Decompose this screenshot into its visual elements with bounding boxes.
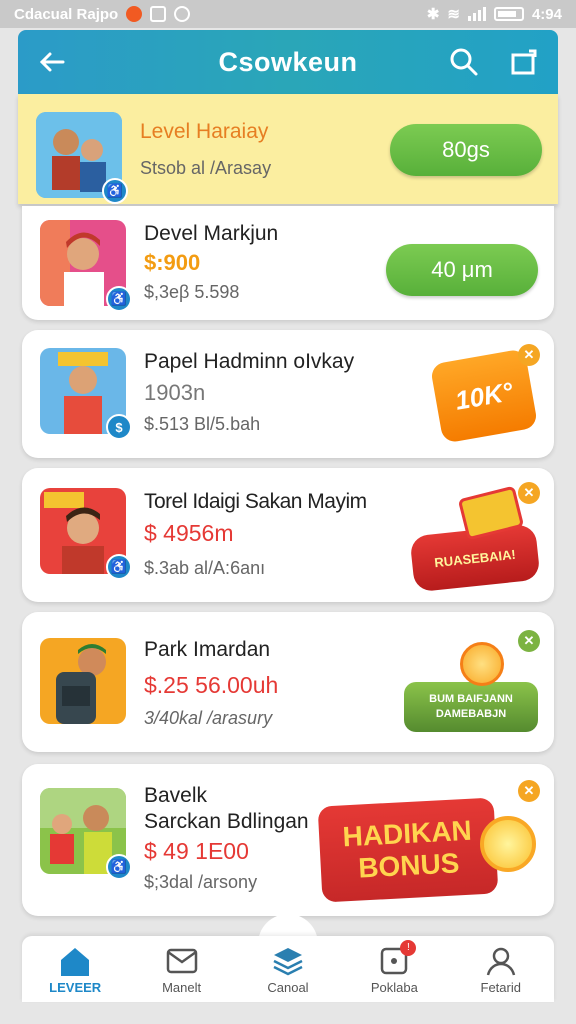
user-badge-icon: ♿ <box>106 854 132 880</box>
list-item[interactable]: Park Imardan $.25 56.00uh 3/40kal /arasu… <box>22 612 554 752</box>
bottom-nav: LEVEER Manelt Canoal ! Poklaba Fetarid <box>22 936 554 1002</box>
promo-line-2: BONUS <box>357 847 461 884</box>
compose-icon <box>511 49 537 75</box>
layers-icon <box>273 947 303 975</box>
status-bar: Cdacual Rajpo ✱ ≋ 4:94 <box>0 0 576 28</box>
bluetooth-icon: ✱ <box>426 6 440 23</box>
avatar <box>40 638 126 724</box>
status-app-text: Cdacual Rajpo <box>14 5 119 23</box>
page-title: Csowkeun <box>218 46 358 77</box>
action-button[interactable]: 40 μm <box>386 244 538 296</box>
status-left: Cdacual Rajpo <box>14 5 191 23</box>
user-badge-icon: ♿ <box>106 554 132 580</box>
card-subtitle: $,3eβ 5.598 <box>144 282 240 302</box>
battery-icon <box>493 7 524 21</box>
promo-line-1: BUM BAIFJANN <box>429 693 513 705</box>
card-subtitle: $;3dal /arsony <box>144 872 258 892</box>
sun-coin-icon <box>480 816 536 872</box>
card-title-line-2: Sarckan Bdlingan <box>144 810 309 833</box>
card-price: $:900 <box>144 250 201 275</box>
list-item[interactable]: $ Papel Hadminn oIvkay 1903n $.513 Bl/5.… <box>22 330 554 458</box>
home-icon <box>61 947 90 976</box>
close-icon[interactable]: ✕ <box>518 482 540 504</box>
list-item[interactable]: ♿ Devel Markjun $:900 $,3eβ 5.598 40 μm <box>22 206 554 320</box>
action-button[interactable]: 80gs <box>390 124 542 176</box>
mail-icon <box>166 948 197 973</box>
list-item[interactable]: ♿ Torel Idaigi Sakan Mayim $ 4956m $.3ab… <box>22 468 554 602</box>
card-price: $.25 56.00uh <box>144 672 279 698</box>
nav-item-profile[interactable]: Fetarid <box>451 944 551 995</box>
sync-icon <box>174 6 191 22</box>
wifi-icon: ≋ <box>447 6 460 23</box>
user-badge-icon: ♿ <box>102 178 128 204</box>
card-subtitle: $.513 Bl/5.bah <box>144 414 261 434</box>
card-price: $ 49 1E00 <box>144 838 249 864</box>
notification-badge: ! <box>400 939 417 956</box>
card-subtitle: Stsob al /Arasay <box>140 158 272 178</box>
card-title: Park Imardan <box>144 638 271 661</box>
nav-label: Fetarid <box>480 979 521 995</box>
nav-label: Poklaba <box>370 979 418 995</box>
avatar: ♿ <box>40 488 132 580</box>
arrow-left-icon <box>39 52 65 72</box>
card-price: 1903n <box>144 380 206 405</box>
nav-label: Canoal <box>267 979 309 995</box>
avatar: ♿ <box>36 112 128 204</box>
card-price: $ 4956m <box>144 520 234 546</box>
list-item[interactable]: ♿ Bavelk Sarckan Bdlingan $ 49 1E00 $;3d… <box>22 764 554 916</box>
coin-icon <box>460 642 504 686</box>
status-right: ✱ ≋ 4:94 <box>426 5 562 24</box>
profile-icon <box>486 947 515 975</box>
app-header: Csowkeun <box>18 30 558 94</box>
card-title-line-1: Bavelk <box>144 784 208 807</box>
search-button[interactable] <box>446 44 482 80</box>
card-subtitle: 3/40kal /arasury <box>144 708 273 728</box>
card-title: Papel Hadminn oIvkay <box>144 350 355 373</box>
app-notification-icon <box>126 6 143 22</box>
nav-item-dice[interactable]: ! Poklaba <box>344 939 444 995</box>
card-subtitle: $.3ab al/A:6anı <box>144 558 266 578</box>
promo-badge[interactable]: HADIKAN BONUS <box>317 797 499 903</box>
nav-item-layers[interactable]: Canoal <box>238 944 338 995</box>
nav-label: LEVEER <box>49 979 102 995</box>
nav-label: Manelt <box>162 979 202 995</box>
search-icon <box>450 48 478 76</box>
dollar-badge-icon: $ <box>106 414 132 440</box>
avatar: $ <box>40 348 132 440</box>
compose-button[interactable] <box>506 44 542 80</box>
avatar: ♿ <box>40 788 132 880</box>
close-icon[interactable]: ✕ <box>518 630 540 652</box>
close-icon[interactable]: ✕ <box>518 344 540 366</box>
card-title: Level Haraiay <box>140 120 269 143</box>
promo-line-2: DAMEBABJN <box>435 708 507 720</box>
promo-badge[interactable]: BUM BAIFJANN DAMEBABJN <box>404 682 538 732</box>
nav-item-mail[interactable]: Manelt <box>132 944 232 995</box>
card-title: Devel Markjun <box>144 222 279 245</box>
message-icon <box>150 6 167 22</box>
status-time: 4:94 <box>531 5 562 23</box>
list-item-featured[interactable]: ♿ Level Haraiay Stsob al /Arasay 80gs <box>18 94 558 204</box>
back-button[interactable] <box>34 44 70 80</box>
signal-icon <box>467 7 486 21</box>
close-icon[interactable]: ✕ <box>518 780 540 802</box>
card-title: Torel Idaigi Sakan Mayim <box>144 490 367 513</box>
avatar: ♿ <box>40 220 132 312</box>
user-badge-icon: ♿ <box>106 286 132 312</box>
nav-item-home[interactable]: LEVEER <box>25 944 125 995</box>
